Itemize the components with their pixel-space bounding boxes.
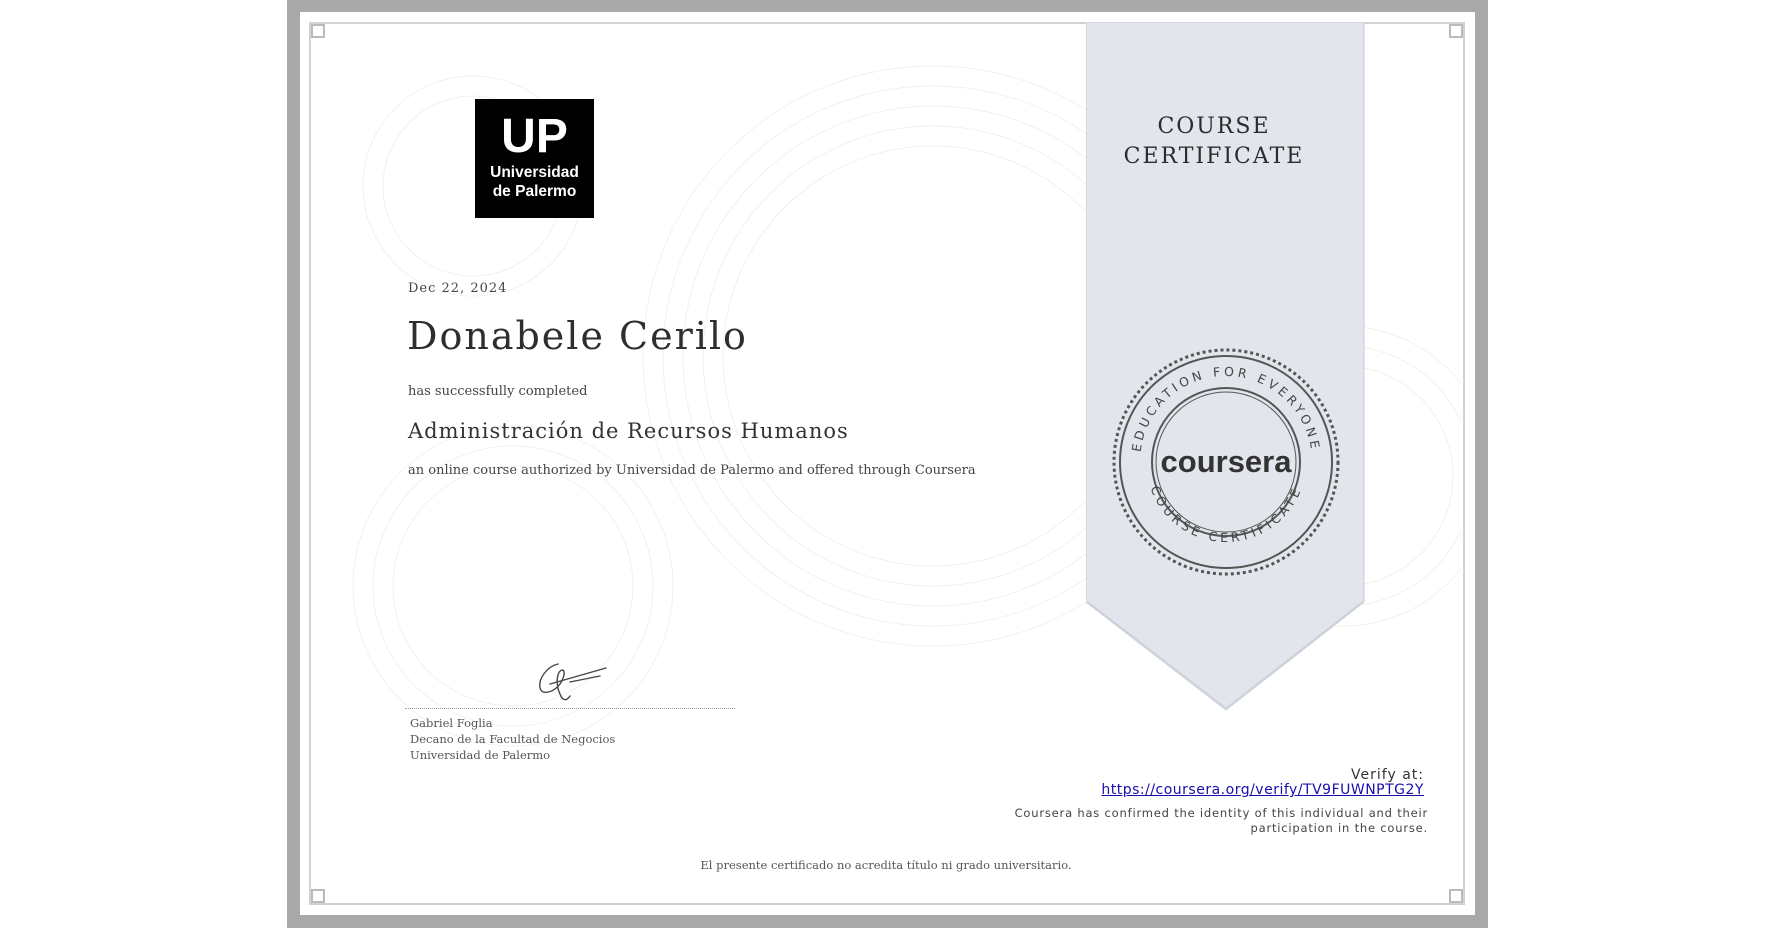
ribbon-title-course: COURSE [1157,114,1271,139]
verify-label: Verify at: [1351,767,1424,783]
verify-url-link[interactable]: https://coursera.org/verify/TV9FUWNPTG2Y [1101,782,1424,798]
logo-line-universidad: Universidad [490,164,579,181]
logo-up-text: UP [501,110,568,163]
issue-date: Dec 22, 2024 [408,281,508,296]
corner-ornament-top-right [1449,24,1463,38]
corner-ornament-bottom-right [1449,889,1463,903]
ribbon-title-certificate: CERTIFICATE [1123,144,1305,169]
course-authorization-text: an online course authorized by Universid… [408,463,976,478]
identity-confirmation-line-1: Coursera has confirmed the identity of t… [1014,806,1428,820]
coursera-seal-icon: EDUCATION FOR EVERYONE COURSE CERTIFICAT… [1112,348,1340,576]
disclaimer-wrapper: El presente certificado no acredita títu… [0,858,1772,872]
identity-confirmation-line-2: participation in the course. [1250,821,1428,835]
completion-statement: has successfully completed [408,384,588,399]
signature-line [405,708,735,709]
disclaimer-text: El presente certificado no acredita títu… [700,858,1072,872]
corner-ornament-bottom-left [311,889,325,903]
universidad-de-palermo-logo: UP Universidad de Palermo [475,99,594,218]
recipient-name: Donabele Cerilo [407,314,748,358]
signature-image [539,663,607,701]
signatory-organization: Universidad de Palermo [410,748,551,762]
logo-line-de-palermo: de Palermo [493,183,577,200]
course-title: Administración de Recursos Humanos [408,419,849,443]
corner-ornament-top-left [311,24,325,38]
signatory-title: Decano de la Facultad de Negocios [410,732,616,746]
seal-brand-text: coursera [1161,444,1293,479]
signatory-name: Gabriel Foglia [410,716,493,730]
